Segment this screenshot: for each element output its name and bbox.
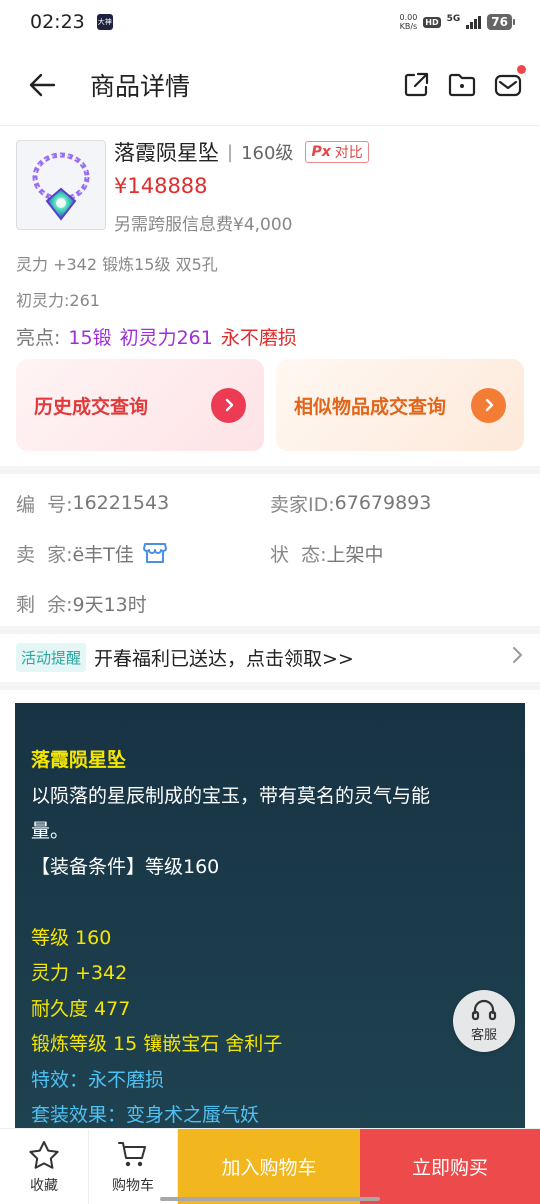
unread-dot <box>517 64 526 74</box>
app-notification-icon: 大神 <box>96 14 113 30</box>
network-type: 5G <box>446 14 461 24</box>
remaining-label: 剩 余: <box>16 593 73 616</box>
seller-id-label: 卖家ID: <box>270 493 335 516</box>
status-value: 上架中 <box>326 543 384 566</box>
cart-icon <box>118 1141 146 1166</box>
headset-icon <box>471 999 497 1021</box>
activity-message: 开春福利已送达，点击领取>> <box>94 647 354 670</box>
status-time: 02:23 <box>30 11 85 33</box>
cart-label: 购物车 <box>112 1177 154 1194</box>
folder-button[interactable] <box>446 69 478 101</box>
item-id-label: 编 号: <box>16 493 73 516</box>
network-speed-value: 0.00 <box>399 13 418 22</box>
message-button[interactable] <box>492 64 526 101</box>
desc-spacer <box>31 885 509 921</box>
network-speed: 0.00 KB/s <box>399 13 417 31</box>
signal-icon <box>466 15 482 29</box>
similar-trades-button[interactable]: 相似物品成交查询 <box>276 359 524 451</box>
desc-title: 落霞陨星坠 <box>31 749 127 771</box>
highlights: 亮点: 15锻 初灵力261 永不磨损 <box>16 323 524 350</box>
bottom-action-bar: 收藏 购物车 加入购物车 立即购买 <box>0 1128 540 1204</box>
compare-icon: Px <box>311 144 331 160</box>
section-divider <box>0 682 540 690</box>
chevron-right-icon <box>211 387 246 423</box>
star-icon <box>29 1140 59 1169</box>
buy-now-button[interactable]: 立即购买 <box>360 1129 540 1204</box>
seller-id-value: 67679893 <box>334 492 432 514</box>
desc-stat: 耐久度 477 <box>31 997 131 1020</box>
highlight-tag: 15锻 <box>68 327 112 349</box>
desc-intro: 量。 <box>31 820 70 842</box>
section-divider <box>0 466 540 474</box>
product-level: 160级 <box>241 143 294 164</box>
home-indicator[interactable] <box>160 1197 380 1201</box>
section-divider <box>0 626 540 634</box>
chevron-right-icon <box>471 387 506 423</box>
favorite-label: 收藏 <box>30 1177 58 1194</box>
highlights-label: 亮点: <box>16 327 61 349</box>
arrow-left-icon <box>29 73 56 96</box>
history-trades-button[interactable]: 历史成交查询 <box>16 359 264 451</box>
desc-intro: 以陨落的星辰制成的宝玉，带有莫名的灵气与能 <box>31 784 431 807</box>
highlight-tag: 初灵力261 <box>119 327 213 349</box>
status-bar: 02:23 大神 0.00 KB/s HD 5G 76 <box>0 0 540 44</box>
shop-icon[interactable] <box>142 541 168 565</box>
back-button[interactable] <box>24 67 60 103</box>
header-actions <box>400 64 526 101</box>
pendant-icon <box>32 152 90 221</box>
status-indicators: 0.00 KB/s HD 5G 76 <box>399 13 515 31</box>
folder-icon <box>448 73 476 96</box>
compare-label: 对比 <box>334 145 363 161</box>
page-title: 商品详情 <box>90 71 191 101</box>
divider: | <box>227 141 234 163</box>
remaining-value: 9天13时 <box>72 593 147 616</box>
favorite-button[interactable]: 收藏 <box>0 1129 89 1204</box>
customer-service-label: 客服 <box>470 1028 497 1043</box>
add-to-cart-button[interactable]: 加入购物车 <box>178 1129 360 1204</box>
hd-icon: HD <box>423 16 441 28</box>
initial-spirit: 初灵力:261 <box>16 291 100 310</box>
seller-info: 编 号: 16221543 卖家ID: 67679893 卖 家: ë丰T佳 状… <box>0 478 540 626</box>
compare-button[interactable]: Px 对比 <box>305 141 369 163</box>
similar-trades-label: 相似物品成交查询 <box>294 395 447 418</box>
seller-name[interactable]: ë丰T佳 <box>72 540 133 567</box>
status-label: 状 态: <box>270 543 327 566</box>
history-trades-label: 历史成交查询 <box>34 395 149 418</box>
item-description-panel: 落霞陨星坠 以陨落的星辰制成的宝玉，带有莫名的灵气与能 量。 【装备条件】等级1… <box>15 703 525 1133</box>
share-button[interactable] <box>400 69 432 101</box>
activity-banner[interactable]: 活动提醒 开春福利已送达，点击领取>> <box>0 634 540 680</box>
customer-service-button[interactable]: 客服 <box>453 990 515 1052</box>
desc-requirement: 【装备条件】等级160 <box>31 855 220 878</box>
desc-effect: 特效：永不磨损 <box>31 1068 165 1091</box>
item-id-value: 16221543 <box>72 492 170 514</box>
product-name: 落霞陨星坠 <box>114 141 219 165</box>
share-icon <box>404 72 429 96</box>
product-price: ¥148888 <box>114 174 208 198</box>
desc-stat: 等级 160 <box>31 926 112 949</box>
seller-label: 卖 家: <box>16 543 73 566</box>
battery-icon: 76 <box>487 14 515 30</box>
cross-server-fee: 另需跨服信息费¥4,000 <box>114 215 293 235</box>
product-summary: 落霞陨星坠 | 160级 Px 对比 ¥148888 另需跨服信息费¥4,000… <box>0 127 540 464</box>
chevron-right-icon <box>510 646 524 668</box>
activity-tag: 活动提醒 <box>16 642 87 672</box>
desc-stat: 锻炼等级 15 镶嵌宝石 舍利子 <box>31 1033 283 1055</box>
page-header: 商品详情 <box>0 44 540 126</box>
network-speed-unit: KB/s <box>399 22 418 31</box>
mail-icon <box>494 74 522 96</box>
product-image[interactable] <box>16 140 106 230</box>
product-attributes: 灵力 +342 锻炼15级 双5孔 <box>16 255 218 274</box>
cart-button[interactable]: 购物车 <box>89 1129 178 1204</box>
desc-stat: 灵力 +342 <box>31 962 128 984</box>
highlight-tag: 永不磨损 <box>220 327 297 349</box>
